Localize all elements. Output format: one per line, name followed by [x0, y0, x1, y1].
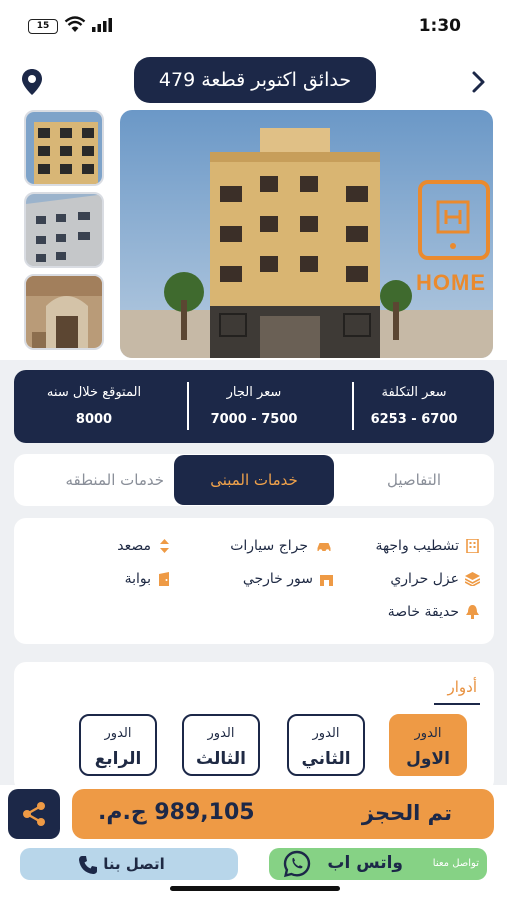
- floor-button-1[interactable]: الدور الاول: [389, 714, 467, 776]
- floor-name: الاول: [406, 749, 450, 769]
- floor-label: الدور: [414, 726, 442, 741]
- share-button[interactable]: [8, 789, 60, 839]
- service-item: تشطيب واجهة: [375, 538, 480, 554]
- status-bar: 15 1:30: [0, 0, 507, 56]
- tab-building-services[interactable]: خدمات المبنى: [174, 455, 334, 505]
- divider: [352, 382, 354, 430]
- tree-icon: [466, 605, 479, 619]
- service-item: عزل حراري: [390, 571, 480, 587]
- tab-details[interactable]: التفاصيل: [334, 454, 494, 506]
- battery-level: 15: [36, 21, 50, 31]
- main-building-image[interactable]: HOME: [120, 110, 493, 358]
- tab-area-services[interactable]: خدمات المنطقه: [14, 454, 174, 506]
- booking-status: تم الحجز: [361, 801, 452, 825]
- divider: [187, 382, 189, 430]
- booking-price: 989,105 ج.م.: [98, 800, 255, 825]
- booking-button[interactable]: 989,105 ج.م. تم الحجز: [72, 789, 494, 839]
- price-label: سعر التكلفة: [381, 385, 447, 400]
- price-summary: سعر التكلفة 6253 - 6700 سعر الجار 7000 -…: [14, 370, 494, 443]
- gate-icon: [159, 572, 169, 586]
- service-label: جراج سيارات: [230, 538, 308, 554]
- service-label: حديقة خاصة: [387, 604, 459, 620]
- floors-section: أدوار الدور الاول الدور الثاني الدور الث…: [14, 662, 494, 792]
- price-value: 7000 - 7500: [210, 412, 298, 427]
- floor-button-2[interactable]: الدور الثاني: [287, 714, 365, 776]
- call-label: اتصل بنا: [103, 855, 165, 873]
- service-label: بوابة: [124, 571, 151, 587]
- wifi-icon: [64, 16, 86, 32]
- whatsapp-caption: تواصل معنا: [432, 858, 479, 869]
- price-label: سعر الجار: [226, 385, 282, 400]
- price-label: المتوقع خلال سنه: [46, 385, 142, 400]
- service-label: عزل حراري: [390, 571, 459, 587]
- title-underline: [434, 703, 480, 705]
- floors-title: أدوار: [447, 678, 477, 696]
- tab-bar: التفاصيل خدمات المبنى خدمات المنطقه: [14, 454, 494, 506]
- page-title: حدائق اكتوبر قطعة 479: [134, 57, 376, 103]
- home-indicator: [170, 886, 340, 891]
- bottom-action-bar: 989,105 ج.م. تم الحجز اتصل بنا واتس اب ت…: [0, 785, 507, 900]
- gallery-thumbnail[interactable]: [24, 110, 104, 186]
- gallery-thumbnail[interactable]: [24, 192, 104, 268]
- chevron-right-icon[interactable]: [471, 70, 487, 94]
- whatsapp-button[interactable]: واتس اب تواصل معنا: [269, 848, 487, 880]
- status-time: 1:30: [418, 16, 461, 36]
- service-item: جراج سيارات: [230, 538, 334, 554]
- service-item: سور خارجي: [243, 571, 334, 587]
- location-pin-icon[interactable]: [21, 68, 43, 96]
- price-value: 6253 - 6700: [370, 412, 458, 427]
- price-value: 8000: [75, 412, 113, 427]
- service-label: تشطيب واجهة: [375, 538, 459, 554]
- service-label: مصعد: [117, 538, 151, 554]
- car-icon: [317, 543, 331, 553]
- whatsapp-icon: [283, 850, 311, 878]
- elevator-icon: [160, 539, 169, 553]
- floor-button-3[interactable]: الدور الثالث: [182, 714, 260, 776]
- whatsapp-label: واتس اب: [327, 853, 403, 873]
- call-us-button[interactable]: اتصل بنا: [20, 848, 238, 880]
- floor-label: الدور: [104, 726, 132, 741]
- gallery-thumbnail[interactable]: [24, 274, 104, 350]
- service-item: بوابة: [125, 571, 172, 587]
- layers-icon: [465, 572, 480, 586]
- service-item: مصعد: [117, 538, 172, 554]
- share-icon: [23, 802, 45, 826]
- price-market: سعر الجار 7000 - 7500: [174, 370, 334, 443]
- floor-name: الثاني: [301, 749, 351, 769]
- floor-button-4[interactable]: الدور الرابع: [79, 714, 157, 776]
- service-label: سور خارجي: [242, 571, 313, 587]
- battery-icon: 15: [28, 19, 58, 34]
- building-services-list: تشطيب واجهة جراج سيارات مصعد عزل حراري س…: [14, 518, 494, 644]
- signal-icon: [92, 18, 112, 32]
- floor-label: الدور: [312, 726, 340, 741]
- floor-name: الثالث: [196, 749, 246, 769]
- building-icon: [466, 539, 479, 553]
- price-expected: المتوقع خلال سنه 8000: [14, 370, 174, 443]
- price-cost: سعر التكلفة 6253 - 6700: [334, 370, 494, 443]
- floor-label: الدور: [207, 726, 235, 741]
- logo-text: HOME: [416, 270, 486, 295]
- service-item: حديقة خاصة: [388, 604, 480, 620]
- wall-icon: [320, 575, 333, 586]
- header: حدائق اكتوبر قطعة 479: [0, 56, 507, 108]
- image-gallery: HOME: [0, 108, 507, 360]
- floor-name: الرابع: [94, 749, 142, 769]
